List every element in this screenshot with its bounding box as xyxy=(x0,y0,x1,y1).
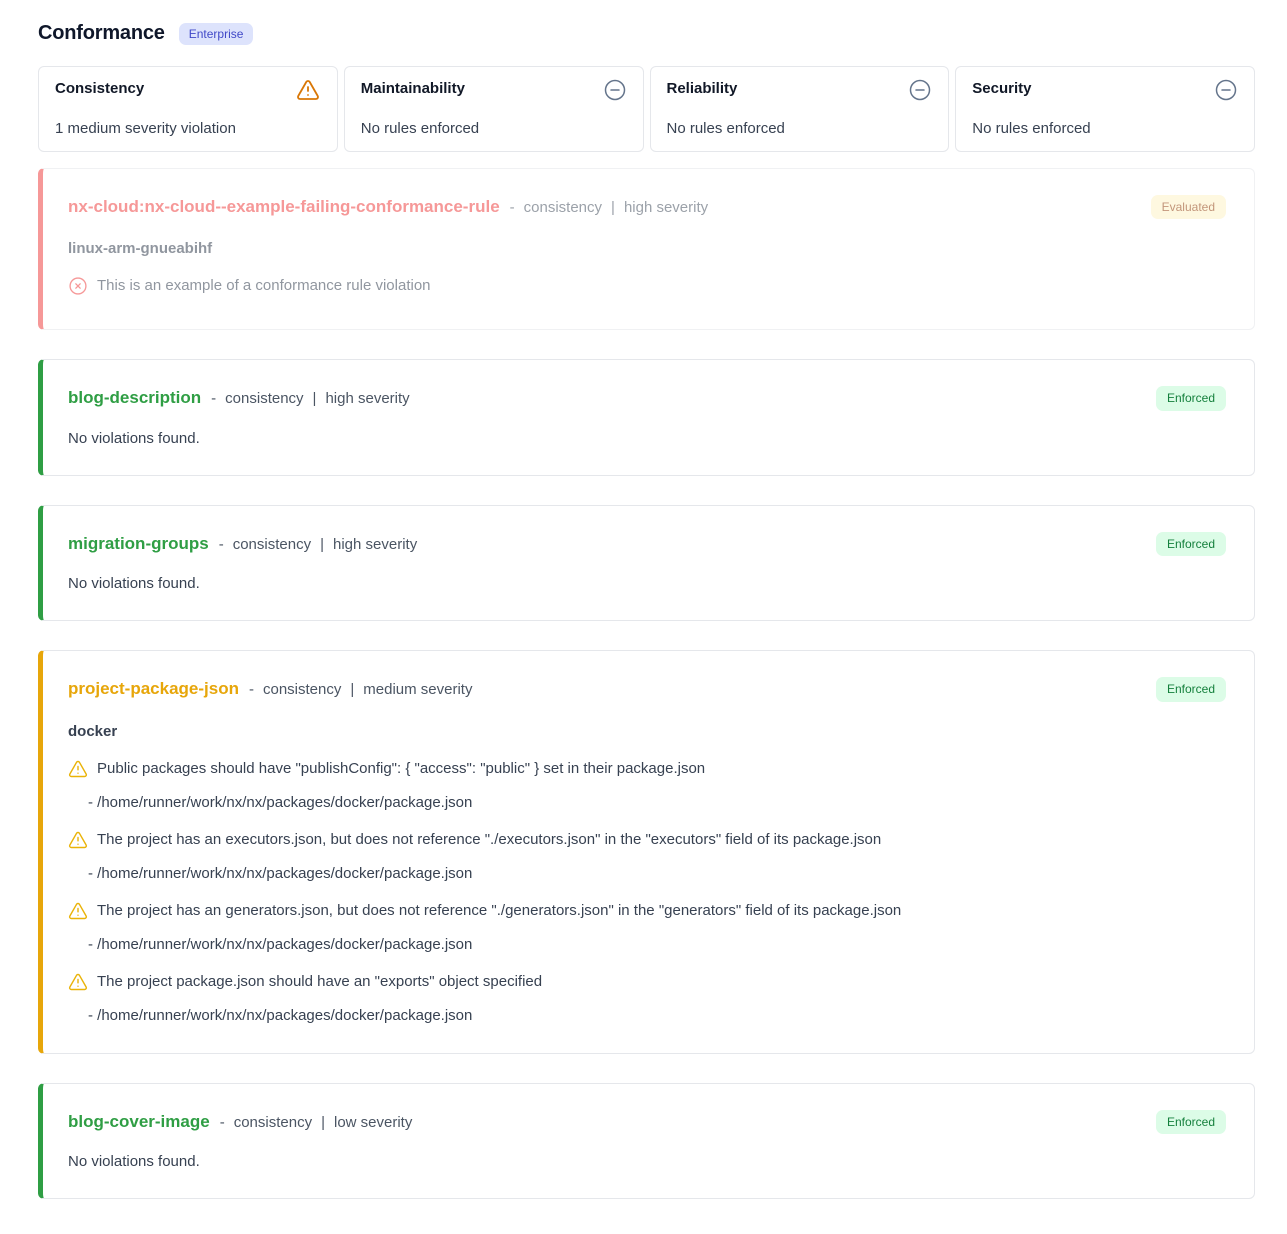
violation-path: - /home/runner/work/nx/nx/packages/docke… xyxy=(88,863,1226,885)
rule-status-badge: Enforced xyxy=(1156,532,1226,556)
project-name: linux-arm-gnueabihf xyxy=(68,238,1226,260)
summary-card-subtitle: No rules enforced xyxy=(361,120,627,137)
violation-path: - /home/runner/work/nx/nx/packages/docke… xyxy=(88,1005,1226,1027)
rule-meta: - consistency | high severity xyxy=(219,536,418,553)
summary-cards-row: Consistency 1 medium severity violation … xyxy=(38,66,1255,152)
rule-card-blog-description: blog-description - consistency | high se… xyxy=(38,359,1255,475)
rule-category: consistency xyxy=(524,199,602,216)
violation-message: The project package.json should have an … xyxy=(97,971,542,993)
rule-name: blog-description xyxy=(68,386,201,410)
rule-category: consistency xyxy=(233,536,311,553)
warning-triangle-icon xyxy=(68,901,88,928)
rule-card-blog-cover-image: blog-cover-image - consistency | low sev… xyxy=(38,1083,1255,1199)
violation-message: Public packages should have "publishConf… xyxy=(97,758,705,780)
rule-meta: - consistency | high severity xyxy=(510,199,709,216)
violation-item: The project package.json should have an … xyxy=(68,971,1226,999)
meta-pipe: | xyxy=(320,536,324,553)
summary-card-subtitle: No rules enforced xyxy=(972,120,1238,137)
meta-dash: - xyxy=(510,199,515,216)
no-violations-message: No violations found. xyxy=(68,429,1226,449)
rule-name: project-package-json xyxy=(68,677,239,701)
meta-dash: - xyxy=(219,536,224,553)
meta-dash: - xyxy=(249,681,254,698)
meta-dash: - xyxy=(220,1114,225,1131)
project-name: docker xyxy=(68,721,1226,743)
circle-minus-icon xyxy=(603,78,627,107)
warning-triangle-icon xyxy=(68,759,88,786)
summary-card-reliability: Reliability No rules enforced xyxy=(650,66,950,152)
summary-card-security: Security No rules enforced xyxy=(955,66,1255,152)
rule-meta: - consistency | low severity xyxy=(220,1114,413,1131)
rule-severity: high severity xyxy=(624,199,708,216)
rule-status-badge: Enforced xyxy=(1156,677,1226,701)
circle-minus-icon xyxy=(908,78,932,107)
rule-card-project-package-json: project-package-json - consistency | med… xyxy=(38,650,1255,1053)
summary-card-subtitle: 1 medium severity violation xyxy=(55,120,321,137)
summary-card-maintainability: Maintainability No rules enforced xyxy=(344,66,644,152)
page-title: Conformance xyxy=(38,22,165,45)
meta-dash: - xyxy=(211,390,216,407)
violation-item: The project has an executors.json, but d… xyxy=(68,829,1226,857)
rule-status-badge: Enforced xyxy=(1156,386,1226,410)
rule-category: consistency xyxy=(234,1114,312,1131)
rule-category: consistency xyxy=(225,390,303,407)
meta-pipe: | xyxy=(321,1114,325,1131)
summary-card-consistency: Consistency 1 medium severity violation xyxy=(38,66,338,152)
rule-status-badge: Enforced xyxy=(1156,1110,1226,1134)
rule-name: nx-cloud:nx-cloud--example-failing-confo… xyxy=(68,195,500,219)
circle-minus-icon xyxy=(1214,78,1238,107)
summary-card-title: Consistency xyxy=(55,80,144,97)
enterprise-badge: Enterprise xyxy=(179,23,254,45)
summary-card-subtitle: No rules enforced xyxy=(667,120,933,137)
violation-item: The project has an generators.json, but … xyxy=(68,900,1226,928)
rule-severity: low severity xyxy=(334,1114,412,1131)
summary-card-title: Maintainability xyxy=(361,80,465,97)
rule-category: consistency xyxy=(263,681,341,698)
no-violations-message: No violations found. xyxy=(68,1152,1226,1172)
conformance-page: Conformance Enterprise Consistency 1 med… xyxy=(0,0,1287,1234)
warning-triangle-icon xyxy=(295,78,321,107)
page-header: Conformance Enterprise xyxy=(38,22,1255,45)
warning-triangle-icon xyxy=(68,830,88,857)
violation-path: - /home/runner/work/nx/nx/packages/docke… xyxy=(88,934,1226,956)
summary-card-title: Security xyxy=(972,80,1031,97)
rule-severity: high severity xyxy=(325,390,409,407)
violation-message: This is an example of a conformance rule… xyxy=(97,275,431,297)
rule-meta: - consistency | medium severity xyxy=(249,681,472,698)
rule-card-migration-groups: migration-groups - consistency | high se… xyxy=(38,505,1255,621)
rule-name: migration-groups xyxy=(68,532,209,556)
rule-list: nx-cloud:nx-cloud--example-failing-confo… xyxy=(38,168,1255,1199)
violation-message: The project has an executors.json, but d… xyxy=(97,829,881,851)
rule-name: blog-cover-image xyxy=(68,1110,210,1134)
no-violations-message: No violations found. xyxy=(68,574,1226,594)
rule-severity: medium severity xyxy=(363,681,472,698)
meta-pipe: | xyxy=(350,681,354,698)
violation-message: The project has an generators.json, but … xyxy=(97,900,901,922)
rule-card-example-failing: nx-cloud:nx-cloud--example-failing-confo… xyxy=(38,168,1255,330)
violation-path: - /home/runner/work/nx/nx/packages/docke… xyxy=(88,792,1226,814)
circle-x-icon xyxy=(68,276,88,303)
rule-status-badge: Evaluated xyxy=(1151,195,1226,219)
violation-item: Public packages should have "publishConf… xyxy=(68,758,1226,786)
rule-severity: high severity xyxy=(333,536,417,553)
violation-item: This is an example of a conformance rule… xyxy=(68,275,1226,303)
meta-pipe: | xyxy=(313,390,317,407)
rule-meta: - consistency | high severity xyxy=(211,390,410,407)
summary-card-title: Reliability xyxy=(667,80,738,97)
warning-triangle-icon xyxy=(68,972,88,999)
meta-pipe: | xyxy=(611,199,615,216)
